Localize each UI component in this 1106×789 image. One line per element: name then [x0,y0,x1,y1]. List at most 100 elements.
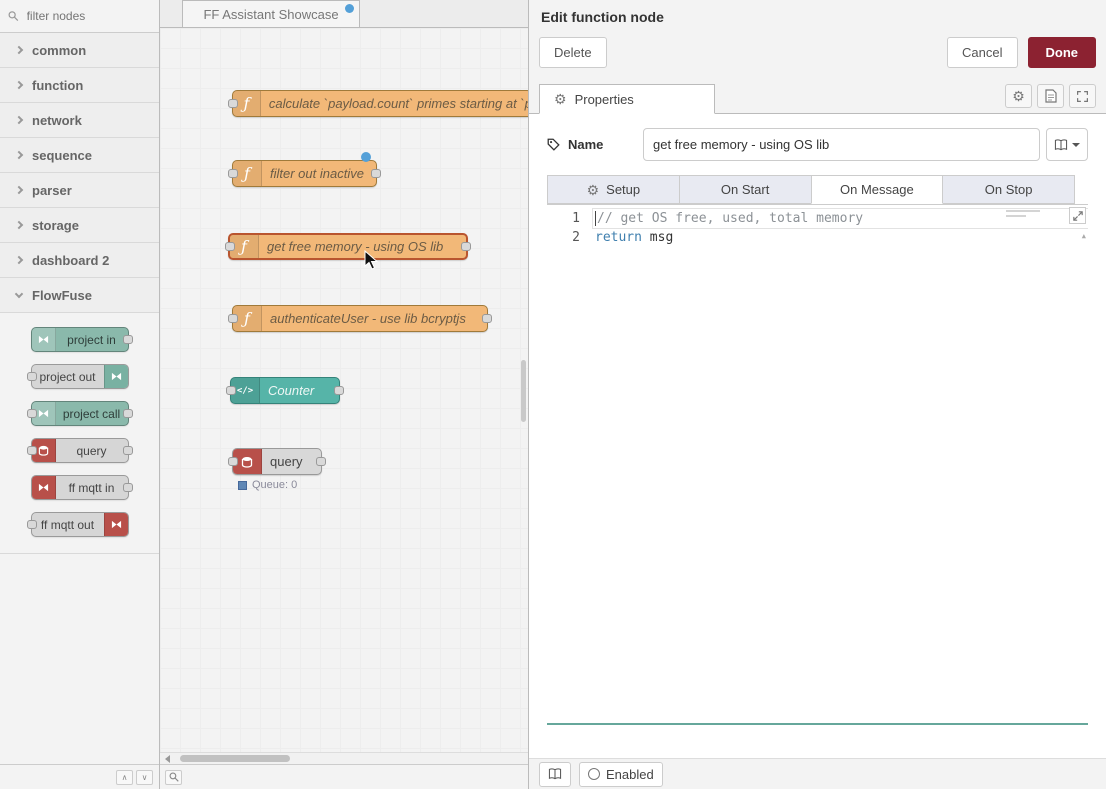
book-icon [1054,139,1068,151]
workspace-footer [160,764,528,789]
tab-on-message[interactable]: On Message [811,175,944,204]
document-icon [1045,89,1057,103]
appearance-button[interactable] [1069,84,1096,108]
input-port[interactable] [27,372,37,381]
palette-node-label: project call [56,402,128,425]
palette-collapse-down-button[interactable]: ∨ [136,770,153,785]
gear-icon: ⚙ [554,92,567,106]
output-port[interactable] [334,386,344,395]
zoom-button[interactable] [165,770,182,785]
output-port[interactable] [123,483,133,492]
flowfuse-icon [104,365,128,388]
tab-properties[interactable]: ⚙ Properties [539,84,715,114]
enabled-toggle-button[interactable]: Enabled [579,762,663,787]
node-palette: common function network sequence parser … [0,0,160,789]
palette-category-storage[interactable]: storage [0,208,159,243]
code-editor[interactable]: 1 2 // get OS free, used, total memory r… [547,204,1088,725]
name-input[interactable] [643,128,1040,161]
tab-properties-label: Properties [575,92,634,107]
search-icon [8,10,19,22]
code-line-2[interactable]: return msg [593,228,1088,247]
palette-node-project-in[interactable]: project in [31,327,129,352]
editor-expand-button[interactable] [1069,207,1086,224]
palette-node-ff-mqtt-in[interactable]: ff mqtt in [31,475,129,500]
node-settings-button[interactable]: ⚙ [1005,84,1032,108]
magnifier-icon [169,772,179,782]
node-authenticate-user[interactable]: ƒ authenticateUser - use lib bcryptjs [232,305,488,332]
output-port[interactable] [123,446,133,455]
category-label: sequence [32,148,92,163]
canvas-horizontal-scrollbar[interactable] [160,752,528,764]
palette-node-query[interactable]: query [31,438,129,463]
palette-node-project-call[interactable]: project call [31,401,129,426]
input-port[interactable] [27,446,37,455]
tray-tab-bar: ⚙ Properties ⚙ [529,80,1106,114]
palette-category-parser[interactable]: parser [0,173,159,208]
palette-node-ff-mqtt-out[interactable]: ff mqtt out [31,512,129,537]
code-area[interactable]: // get OS free, used, total memory retur… [593,205,1088,723]
input-port[interactable] [225,242,235,251]
scroll-left-arrow-icon[interactable] [165,755,170,763]
palette-footer: ∧ ∨ [0,764,159,789]
cancel-button[interactable]: Cancel [947,37,1017,68]
book-icon [548,768,562,780]
category-label: network [32,113,82,128]
tab-on-stop[interactable]: On Stop [942,175,1075,204]
flow-canvas[interactable]: ƒ calculate `payload.count` primes start… [160,28,528,752]
flowfuse-icon [32,328,56,351]
palette-category-sequence[interactable]: sequence [0,138,159,173]
node-get-free-memory[interactable]: ƒ get free memory - using OS lib [228,233,468,260]
palette-category-function[interactable]: function [0,68,159,103]
horizontal-scroll-thumb[interactable] [180,755,290,762]
input-port[interactable] [226,386,236,395]
output-port[interactable] [482,314,492,323]
category-label: dashboard 2 [32,253,109,268]
node-label: filter out inactive [262,161,374,186]
palette-category-common[interactable]: common [0,33,159,68]
output-port[interactable] [316,457,326,466]
library-dropdown-button[interactable] [1046,128,1088,161]
palette-node-label: query [56,439,128,462]
code-comment: // get OS free, used, total memory [597,211,863,226]
output-port[interactable] [371,169,381,178]
vertical-scroll-thumb[interactable] [521,360,526,422]
description-button[interactable] [1037,84,1064,108]
tab-on-start[interactable]: On Start [679,175,812,204]
done-button[interactable]: Done [1028,37,1097,68]
node-modified-dot [361,152,371,162]
node-query[interactable]: query [232,448,322,475]
node-calculate-primes[interactable]: ƒ calculate `payload.count` primes start… [232,90,528,117]
scrollbar-up-icon[interactable]: ▲ [1082,227,1086,246]
palette-category-flowfuse[interactable]: FlowFuse [0,278,159,313]
input-port[interactable] [27,409,37,418]
palette-category-network[interactable]: network [0,103,159,138]
node-label: query [262,449,313,474]
input-port[interactable] [228,169,238,178]
tag-icon [547,138,560,151]
output-port[interactable] [123,409,133,418]
node-counter[interactable]: </> Counter [230,377,340,404]
chevron-right-icon [15,151,23,159]
chevron-right-icon [15,81,23,89]
delete-button[interactable]: Delete [539,37,607,68]
flow-workspace: FF Assistant Showcase ƒ calculate `paylo… [160,0,528,789]
mqtt-icon [32,476,56,499]
input-port[interactable] [27,520,37,529]
palette-category-dashboard2[interactable]: dashboard 2 [0,243,159,278]
flow-tab-label: FF Assistant Showcase [203,7,338,22]
flow-tab[interactable]: FF Assistant Showcase [182,0,360,27]
palette-collapse-up-button[interactable]: ∧ [116,770,133,785]
input-port[interactable] [228,457,238,466]
output-port[interactable] [123,335,133,344]
palette-node-label: project in [56,328,128,351]
palette-node-project-out[interactable]: project out [31,364,129,389]
input-port[interactable] [228,314,238,323]
output-port[interactable] [461,242,471,251]
palette-filter-input[interactable] [25,8,151,24]
editor-minimap [1006,210,1040,220]
library-button[interactable] [539,762,571,787]
text-cursor [595,211,596,226]
node-filter-out-inactive[interactable]: ƒ filter out inactive [232,160,377,187]
tab-setup[interactable]: ⚙ Setup [547,175,680,204]
input-port[interactable] [228,99,238,108]
